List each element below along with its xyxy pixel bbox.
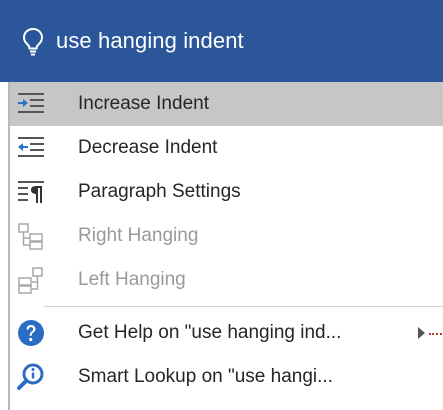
tell-me-dropdown: use hanging indent Increase Indent Decre… <box>0 0 443 410</box>
menu-item-label: Smart Lookup on "use hangi... <box>78 366 333 387</box>
menu-item-decrease-indent[interactable]: Decrease Indent <box>10 126 443 170</box>
submenu-arrow-icon <box>418 327 425 339</box>
menu-item-label: Right Hanging <box>78 225 199 246</box>
decrease-indent-icon <box>18 137 44 157</box>
menu-item-get-help[interactable]: Get Help on "use hanging ind... <box>10 311 443 355</box>
lightbulb-icon <box>22 27 44 56</box>
smart-lookup-icon <box>17 363 44 390</box>
tell-me-search-bar[interactable]: use hanging indent <box>0 0 443 82</box>
menu-item-label: Decrease Indent <box>78 137 218 158</box>
menu-item-label: Left Hanging <box>78 269 186 290</box>
help-icon <box>18 320 44 346</box>
menu-item-label: Get Help on "use hanging ind... <box>78 322 342 343</box>
menu-item-right-hanging[interactable]: Right Hanging <box>10 214 443 258</box>
menu-item-increase-indent[interactable]: Increase Indent <box>10 82 443 126</box>
right-hanging-icon <box>18 223 43 250</box>
dotted-connector <box>429 333 443 335</box>
menu-separator <box>44 306 443 307</box>
suggestion-menu: Increase Indent Decrease Indent Paragrap… <box>10 82 443 410</box>
increase-indent-icon <box>18 93 44 113</box>
left-hanging-icon <box>18 267 43 294</box>
paragraph-settings-icon <box>18 181 44 203</box>
menu-item-label: Paragraph Settings <box>78 181 241 202</box>
menu-item-smart-lookup[interactable]: Smart Lookup on "use hangi... <box>10 355 443 399</box>
menu-item-paragraph-settings[interactable]: Paragraph Settings <box>10 170 443 214</box>
search-query-text[interactable]: use hanging indent <box>56 28 244 54</box>
menu-item-label: Increase Indent <box>78 93 209 114</box>
menu-item-left-hanging[interactable]: Left Hanging <box>10 258 443 302</box>
